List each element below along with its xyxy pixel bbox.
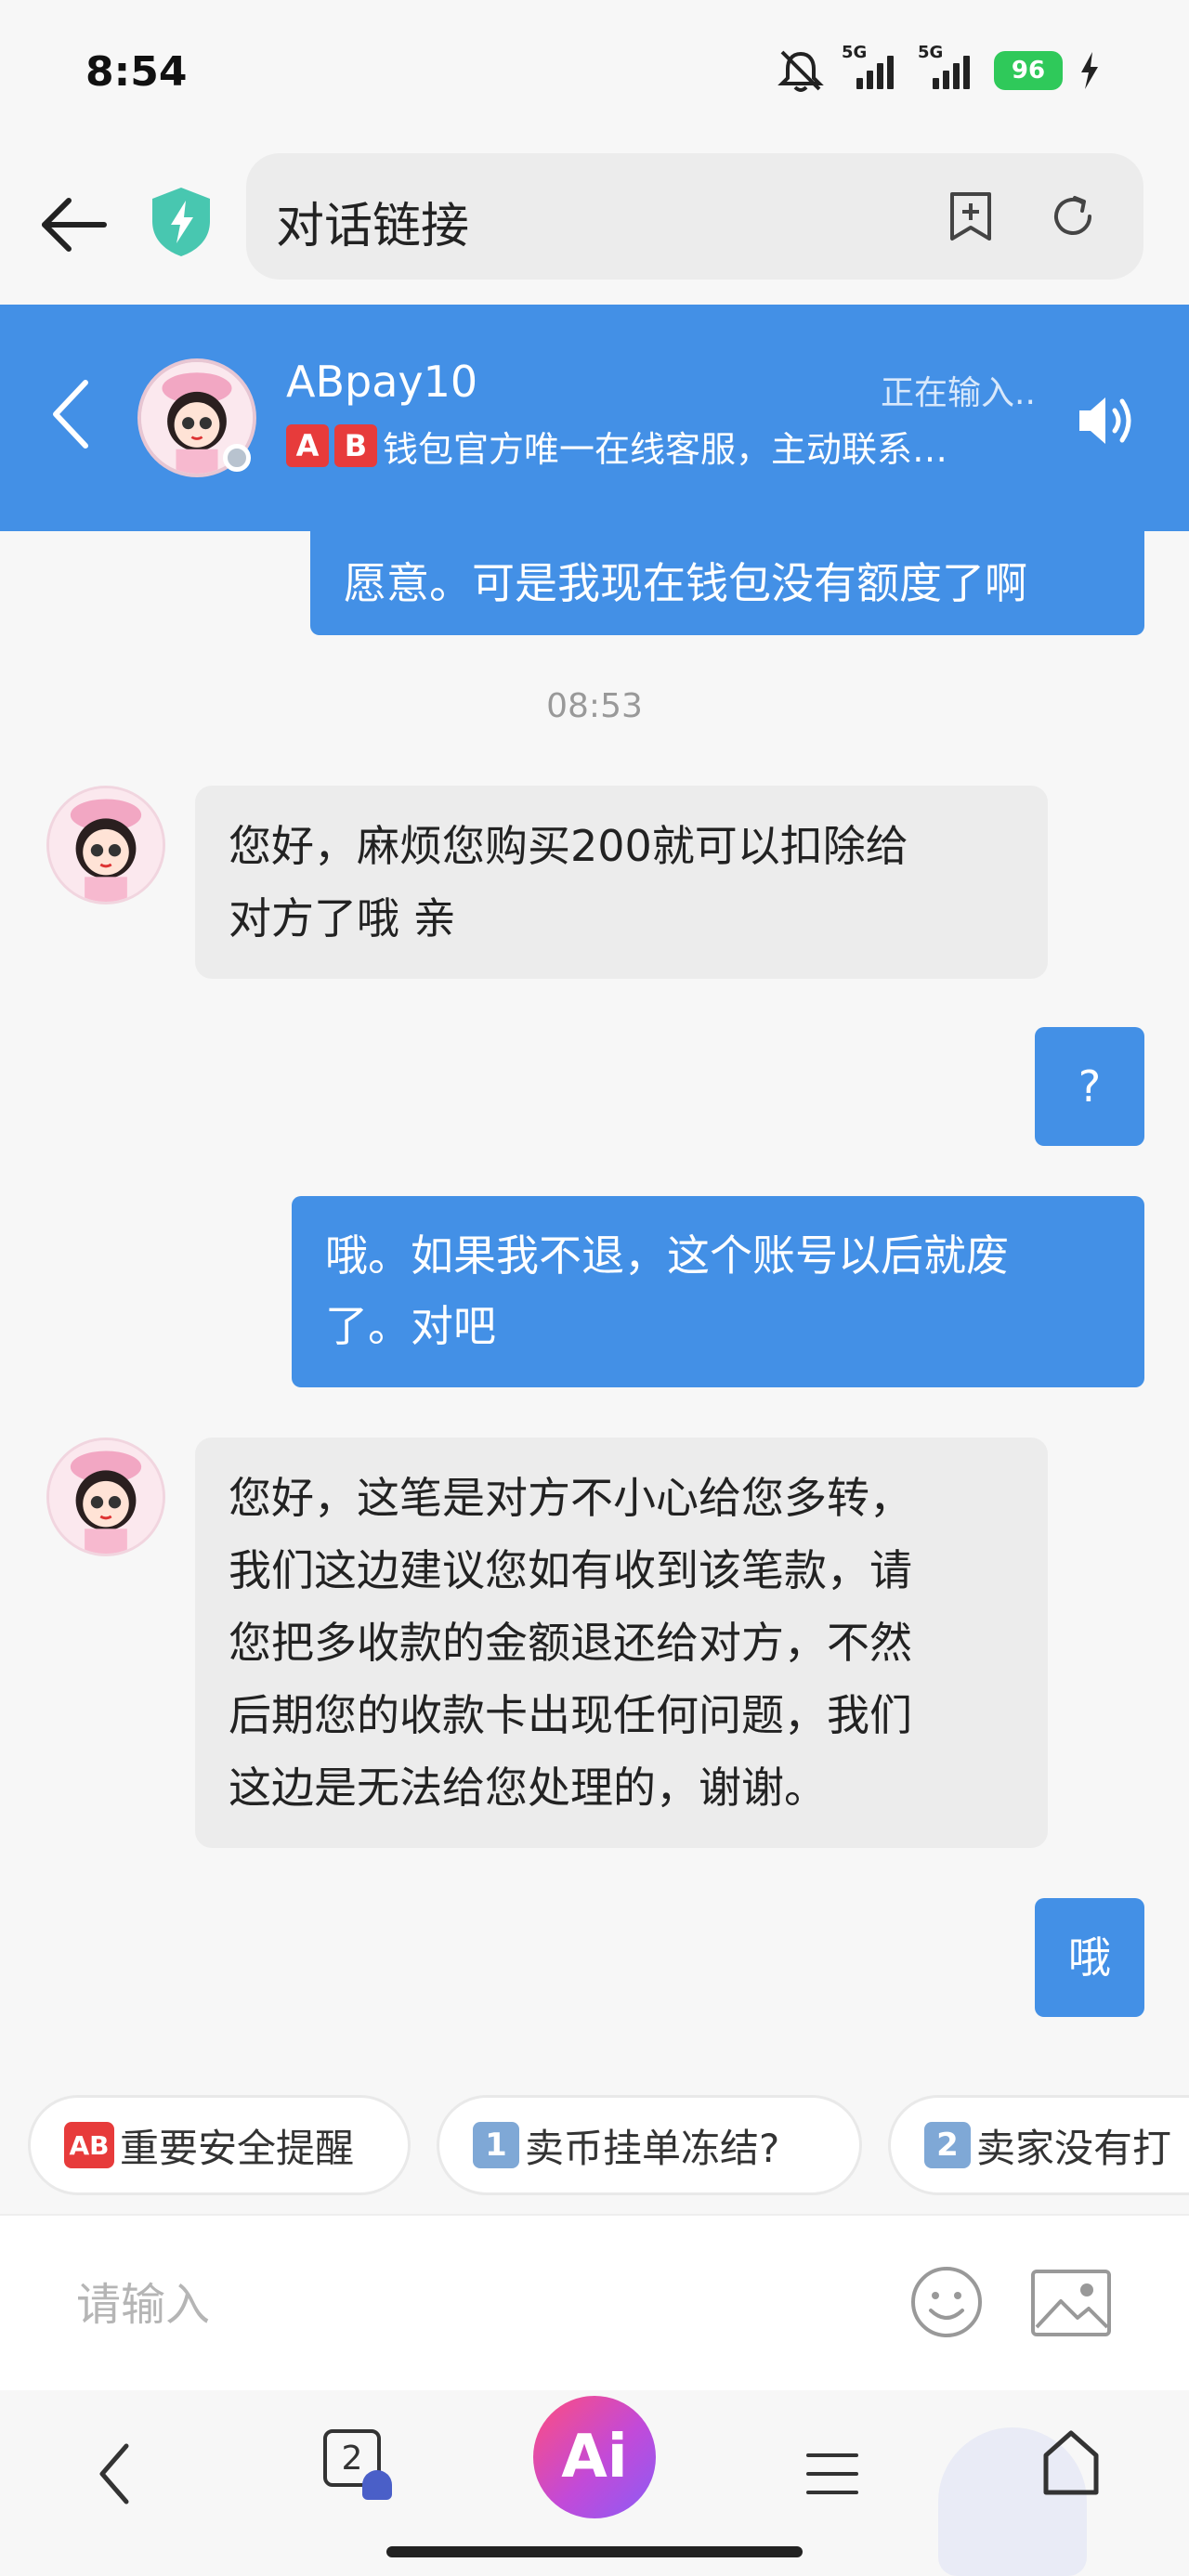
quick-reply-security[interactable]: AB 重要安全提醒: [28, 2095, 411, 2195]
emoji-icon[interactable]: [908, 2264, 985, 2340]
agent-description-text: 钱包官方唯一在线客服，主动联系…: [383, 428, 948, 470]
agent-avatar-message[interactable]: [46, 1438, 165, 1556]
agent-name: ABpay10: [286, 357, 478, 407]
incognito-ghost-icon: [362, 2470, 392, 2500]
agent-avatar-image: [49, 788, 163, 902]
ai-assistant-button[interactable]: Ai: [533, 2396, 656, 2518]
typing-status: 正在输入..: [881, 374, 1036, 412]
message-line: 您好，麻烦您购买200就可以扣除给: [229, 821, 908, 871]
page-title[interactable]: 对话链接: [276, 187, 469, 256]
badge-a: A: [286, 424, 329, 467]
signal-icon-2: 5G: [918, 43, 977, 93]
message-incoming[interactable]: 您好，麻烦您购买200就可以扣除给 对方了哦 亲: [195, 786, 1048, 979]
quick-reply-sell-freeze[interactable]: 1 卖币挂单冻结?: [437, 2095, 862, 2195]
status-time: 8:54: [85, 48, 188, 96]
message-line: 对方了哦 亲: [229, 893, 456, 943]
input-bar: [0, 2214, 1189, 2390]
home-icon[interactable]: [1039, 2427, 1104, 2498]
keycap-1-icon: 1: [473, 2122, 519, 2168]
nav-back-icon[interactable]: [93, 2439, 139, 2509]
message-line: 您把多收款的金额退还给对方，不然: [229, 1618, 912, 1668]
status-bar: 8:54 5G 5G 96: [0, 0, 1189, 149]
message-line: 后期您的收款卡出现任何问题，我们: [229, 1690, 912, 1740]
chat-header: ABpay10 正在输入.. A B 钱包官方唯一在线客服，主动联系…: [0, 305, 1189, 531]
quick-reply-seller[interactable]: 2 卖家没有打: [888, 2095, 1189, 2195]
message-timestamp: 08:53: [546, 687, 643, 725]
message-input[interactable]: [76, 2268, 819, 2342]
message-line: 这边是无法给您处理的，谢谢。: [229, 1763, 827, 1813]
signal-icon-1: 5G: [842, 43, 901, 93]
message-text: 愿意。可是我现在钱包没有额度了啊: [344, 558, 1027, 608]
message-text: 哦: [1068, 1932, 1111, 1983]
message-outgoing[interactable]: 哦: [1035, 1898, 1144, 2017]
message-line: 您好，这笔是对方不小心给您多转，: [229, 1473, 912, 1523]
message-incoming[interactable]: 您好，这笔是对方不小心给您多转， 我们这边建议您如有收到该笔款，请 您把多收款的…: [195, 1438, 1048, 1848]
battery-indicator: 96: [994, 51, 1063, 90]
status-icons: 5G 5G 96: [777, 43, 1100, 93]
agent-avatar-image: [49, 1440, 163, 1554]
security-shield-icon[interactable]: [149, 186, 214, 258]
add-bookmark-icon[interactable]: [943, 189, 999, 244]
message-outgoing[interactable]: ?: [1035, 1027, 1144, 1146]
quick-reply-label: 卖家没有打: [976, 2125, 1172, 2171]
message-line: 了。对吧: [325, 1301, 496, 1351]
online-status-dot: [223, 444, 251, 472]
back-arrow-icon[interactable]: [37, 188, 111, 262]
badge-b: B: [334, 424, 377, 467]
mute-bell-icon: [777, 50, 824, 92]
quick-reply-label: 卖币挂单冻结?: [525, 2125, 780, 2171]
charging-bolt-icon: [1081, 52, 1098, 89]
image-icon[interactable]: [1029, 2268, 1113, 2338]
chat-back-icon[interactable]: [48, 377, 95, 451]
agent-avatar-message[interactable]: [46, 786, 165, 904]
agent-description: A B 钱包官方唯一在线客服，主动联系…: [286, 420, 1020, 472]
message-outgoing[interactable]: 哦。如果我不退，这个账号以后就废 了。对吧: [292, 1196, 1144, 1387]
tabs-button[interactable]: 2: [323, 2429, 394, 2511]
address-bar[interactable]: 对话链接: [246, 153, 1143, 280]
speaker-icon[interactable]: [1074, 388, 1139, 453]
message-outgoing[interactable]: 愿意。可是我现在钱包没有额度了啊: [310, 531, 1144, 635]
ab-badge-icon: AB: [64, 2122, 114, 2168]
message-line: 我们这边建议您如有收到该笔款，请: [229, 1545, 912, 1595]
quick-replies: AB 重要安全提醒 1 卖币挂单冻结? 2 卖家没有打: [0, 2095, 1189, 2199]
browser-bar: 对话链接: [0, 149, 1189, 305]
home-indicator[interactable]: [386, 2546, 803, 2557]
quick-reply-label: 重要安全提醒: [120, 2125, 355, 2171]
reload-icon[interactable]: [1045, 189, 1101, 244]
menu-icon[interactable]: [804, 2446, 860, 2502]
message-text: ?: [1078, 1061, 1102, 1112]
message-line: 哦。如果我不退，这个账号以后就废: [325, 1230, 1009, 1281]
keycap-2-icon: 2: [924, 2122, 971, 2168]
